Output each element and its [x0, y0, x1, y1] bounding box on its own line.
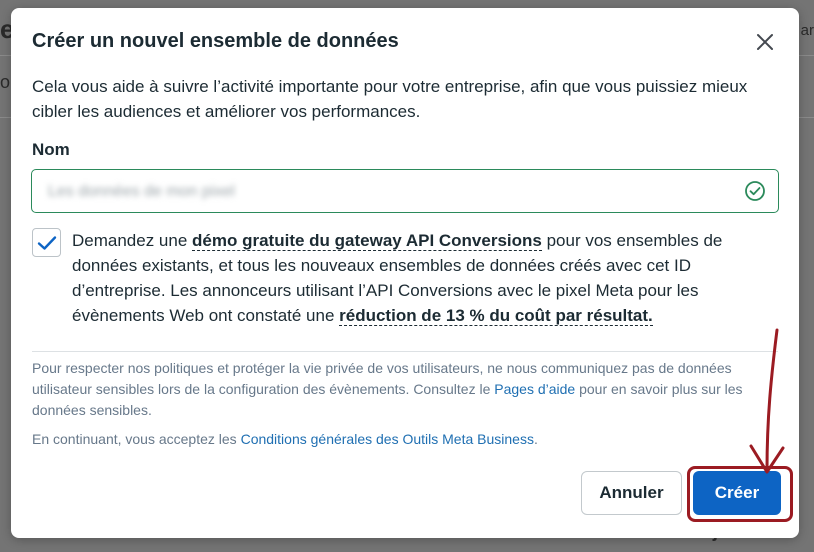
check-circle-icon	[745, 181, 765, 201]
dialog-title: Créer un nouvel ensemble de données	[32, 30, 399, 52]
close-button[interactable]	[751, 28, 779, 56]
terms-notice: En continuant, vous acceptez les Conditi…	[32, 429, 772, 450]
background-text-fragment: o	[0, 72, 11, 92]
terms-link[interactable]: Conditions générales des Outils Meta Bus…	[241, 431, 534, 447]
conversions-demo-description: Demandez une démo gratuite du gateway AP…	[72, 228, 772, 328]
create-button[interactable]: Créer	[693, 471, 781, 515]
dialog-description: Cela vous aide à suivre l’activité impor…	[32, 77, 748, 121]
conversions-demo-term: démo gratuite du gateway API Conversions	[192, 231, 542, 251]
name-field-label: Nom	[32, 140, 70, 159]
option-text: Demandez une	[72, 231, 193, 250]
conversions-demo-checkbox[interactable]	[32, 228, 61, 257]
cancel-button[interactable]: Annuler	[581, 471, 682, 515]
cost-reduction-term: réduction de 13 % du coût par résultat.	[339, 306, 653, 326]
name-input[interactable]	[46, 179, 730, 205]
terms-text: .	[533, 431, 538, 447]
checkmark-icon	[37, 235, 56, 250]
close-icon	[757, 34, 773, 50]
help-pages-link[interactable]: Pages d’aide	[494, 381, 575, 397]
section-divider	[32, 351, 778, 352]
create-dataset-dialog: Créer un nouvel ensemble de données Cela…	[11, 8, 799, 538]
name-field	[31, 169, 779, 213]
background-right-fragment: ar	[800, 22, 814, 39]
terms-text: En continuant, vous acceptez les	[32, 431, 241, 447]
privacy-notice: Pour respecter nos politiques et protége…	[32, 358, 762, 421]
